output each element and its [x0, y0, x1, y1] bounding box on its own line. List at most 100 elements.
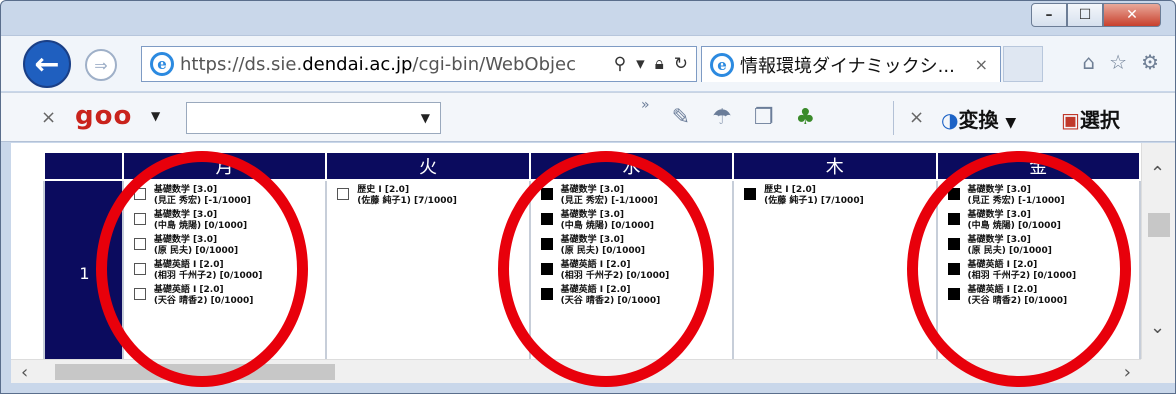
course-text: 基礎英語 I [2.0] (天谷 晴香2) [0/1000]: [968, 285, 1068, 307]
course-title: 基礎数学 [3.0]: [153, 210, 218, 220]
cell-thu: 歴史 I [2.0] (佐藤 純子1) [7/1000]: [732, 179, 938, 359]
course-detail: (佐藤 純子1) [7/1000]: [764, 196, 864, 206]
course-checkbox[interactable]: [337, 188, 350, 200]
weather-icon[interactable]: ☂: [712, 105, 732, 130]
course-entry: 基礎英語 I [2.0] (相羽 千州子2) [0/1000]: [130, 260, 321, 282]
course-checkbox[interactable]: [947, 188, 960, 200]
course-entry: 基礎英語 I [2.0] (相羽 千州子2) [0/1000]: [537, 260, 728, 282]
window-icon[interactable]: ❐: [754, 105, 774, 130]
course-text: 基礎数学 [3.0] (見正 秀宏) [-1/1000]: [968, 185, 1065, 207]
corner-header-cell: [43, 151, 124, 181]
course-checkbox[interactable]: [540, 263, 553, 275]
course-text: 基礎英語 I [2.0] (相羽 千州子2) [0/1000]: [561, 260, 670, 282]
course-detail: (相羽 千州子2) [0/1000]: [153, 271, 263, 281]
course-checkbox[interactable]: [133, 288, 146, 300]
course-checkbox[interactable]: [540, 238, 553, 250]
course-title: 基礎数学 [3.0]: [560, 185, 624, 195]
refresh-icon[interactable]: ↻: [674, 54, 688, 74]
timetable: 月 火 水 木 金 1 基礎数学 [3.0] (見正 秀宏) [-1/1000] 基…: [43, 151, 1141, 359]
select-icon: ▣: [1061, 108, 1080, 132]
goo-logo[interactable]: goo: [75, 101, 132, 131]
new-tab-button[interactable]: [1003, 46, 1043, 82]
horizontal-scrollbar[interactable]: ‹ ›: [11, 359, 1141, 383]
browser-tab[interactable]: e 情報環境ダイナミックシ... ×: [701, 46, 1001, 82]
scroll-down-icon[interactable]: ⌄: [1150, 317, 1165, 338]
course-detail: (佐藤 純子1) [7/1000]: [357, 196, 457, 206]
course-title: 基礎数学 [3.0]: [560, 235, 624, 245]
goo-dropdown-arrow[interactable]: ▼: [151, 109, 160, 123]
maximize-button[interactable]: ☐: [1067, 3, 1103, 27]
scroll-right-icon[interactable]: ›: [1124, 362, 1131, 383]
course-entry: 基礎数学 [3.0] (中島 焼陽) [0/1000]: [130, 210, 321, 232]
tab-close-button[interactable]: ×: [963, 55, 1000, 74]
course-entry: 基礎数学 [3.0] (原 民夫) [0/1000]: [130, 235, 321, 257]
window-controls: – ☐ ✕: [1031, 3, 1161, 27]
course-checkbox[interactable]: [947, 238, 960, 250]
goo-search-input[interactable]: ▼: [186, 102, 441, 134]
back-button[interactable]: ←: [23, 40, 71, 88]
course-checkbox[interactable]: [133, 238, 146, 250]
course-entry: 基礎数学 [3.0] (原 民夫) [0/1000]: [944, 235, 1136, 257]
toolbar-chevron-icon[interactable]: »: [641, 97, 650, 130]
vertical-scroll-thumb[interactable]: [1148, 213, 1170, 237]
course-checkbox[interactable]: [540, 188, 553, 200]
course-entry: 基礎英語 I [2.0] (天谷 晴香2) [0/1000]: [130, 285, 321, 307]
course-checkbox[interactable]: [133, 188, 146, 200]
lock-icon[interactable]: 🔒︎: [655, 54, 664, 74]
course-checkbox[interactable]: [540, 288, 553, 300]
navigation-bar: ← ⇒ e https://ds.sie.dendai.ac.jp/cgi-bi…: [1, 35, 1175, 91]
home-icon[interactable]: ⌂: [1082, 50, 1095, 74]
course-text: 基礎数学 [3.0] (原 民夫) [0/1000]: [154, 235, 238, 257]
search-icon[interactable]: ⚲: [614, 54, 626, 74]
course-title: 基礎数学 [3.0]: [967, 185, 1031, 195]
favorites-star-icon[interactable]: ☆: [1109, 50, 1127, 74]
url-text[interactable]: https://ds.sie.dendai.ac.jp/cgi-bin/WebO…: [180, 54, 614, 75]
scrollbar-corner: [1141, 359, 1175, 383]
toolbar-close-button-2[interactable]: ×: [909, 107, 924, 128]
course-checkbox[interactable]: [133, 263, 146, 275]
select-label: 選択: [1079, 108, 1120, 132]
pencil-icon[interactable]: ✎: [672, 105, 690, 130]
cell-fri: 基礎数学 [3.0] (見正 秀宏) [-1/1000] 基礎数学 [3.0] (中島…: [935, 179, 1141, 359]
course-title: 歴史 I [2.0]: [357, 185, 410, 195]
course-checkbox[interactable]: [947, 213, 960, 225]
convert-button[interactable]: ◑変換 ▼: [941, 104, 1016, 133]
forward-button[interactable]: ⇒: [85, 49, 117, 81]
sprout-icon[interactable]: ♣: [795, 105, 815, 130]
course-title: 基礎英語 I [2.0]: [967, 260, 1038, 270]
url-suffix: /cgi-bin/WebObjec: [412, 53, 576, 75]
course-checkbox[interactable]: [744, 188, 757, 200]
goo-input-dropdown-arrow[interactable]: ▼: [421, 111, 430, 125]
select-button[interactable]: ▣選択: [1061, 104, 1120, 133]
course-checkbox[interactable]: [947, 263, 960, 275]
ie-logo-icon: e: [150, 52, 174, 76]
dropdown-icon[interactable]: ▾: [636, 54, 645, 74]
convert-label: 変換: [958, 108, 999, 132]
address-bar[interactable]: e https://ds.sie.dendai.ac.jp/cgi-bin/We…: [141, 46, 697, 82]
day-header-fri: 金: [935, 151, 1141, 181]
scroll-up-icon[interactable]: ⌃: [1150, 163, 1165, 184]
scroll-left-icon[interactable]: ‹: [21, 362, 28, 383]
course-text: 基礎数学 [3.0] (中島 焼陽) [0/1000]: [154, 210, 247, 232]
course-title: 基礎英語 I [2.0]: [967, 285, 1038, 295]
window-close-button[interactable]: ✕: [1103, 3, 1161, 27]
horizontal-scroll-thumb[interactable]: [55, 364, 335, 380]
day-header-mon: 月: [121, 151, 328, 181]
course-checkbox[interactable]: [133, 213, 146, 225]
course-detail: (原 民夫) [0/1000]: [967, 246, 1052, 256]
minimize-button[interactable]: –: [1031, 3, 1067, 27]
course-entry: 基礎数学 [3.0] (原 民夫) [0/1000]: [537, 235, 728, 257]
cell-mon: 基礎数学 [3.0] (見正 秀宏) [-1/1000] 基礎数学 [3.0] (中島…: [121, 179, 328, 359]
convert-dropdown-arrow[interactable]: ▼: [1005, 115, 1016, 131]
course-checkbox[interactable]: [947, 288, 960, 300]
course-title: 基礎数学 [3.0]: [967, 210, 1031, 220]
course-title: 基礎英語 I [2.0]: [560, 285, 631, 295]
course-detail: (原 民夫) [0/1000]: [560, 246, 645, 256]
settings-gear-icon[interactable]: ⚙: [1141, 50, 1159, 74]
course-entry: 基礎数学 [3.0] (中島 焼陽) [0/1000]: [537, 210, 728, 232]
toolbar-close-button[interactable]: ×: [41, 107, 56, 128]
course-detail: (相羽 千州子2) [0/1000]: [967, 271, 1077, 281]
vertical-scrollbar[interactable]: ⌃ ⌄: [1141, 143, 1175, 359]
course-checkbox[interactable]: [540, 213, 553, 225]
day-header-thu: 木: [732, 151, 938, 181]
